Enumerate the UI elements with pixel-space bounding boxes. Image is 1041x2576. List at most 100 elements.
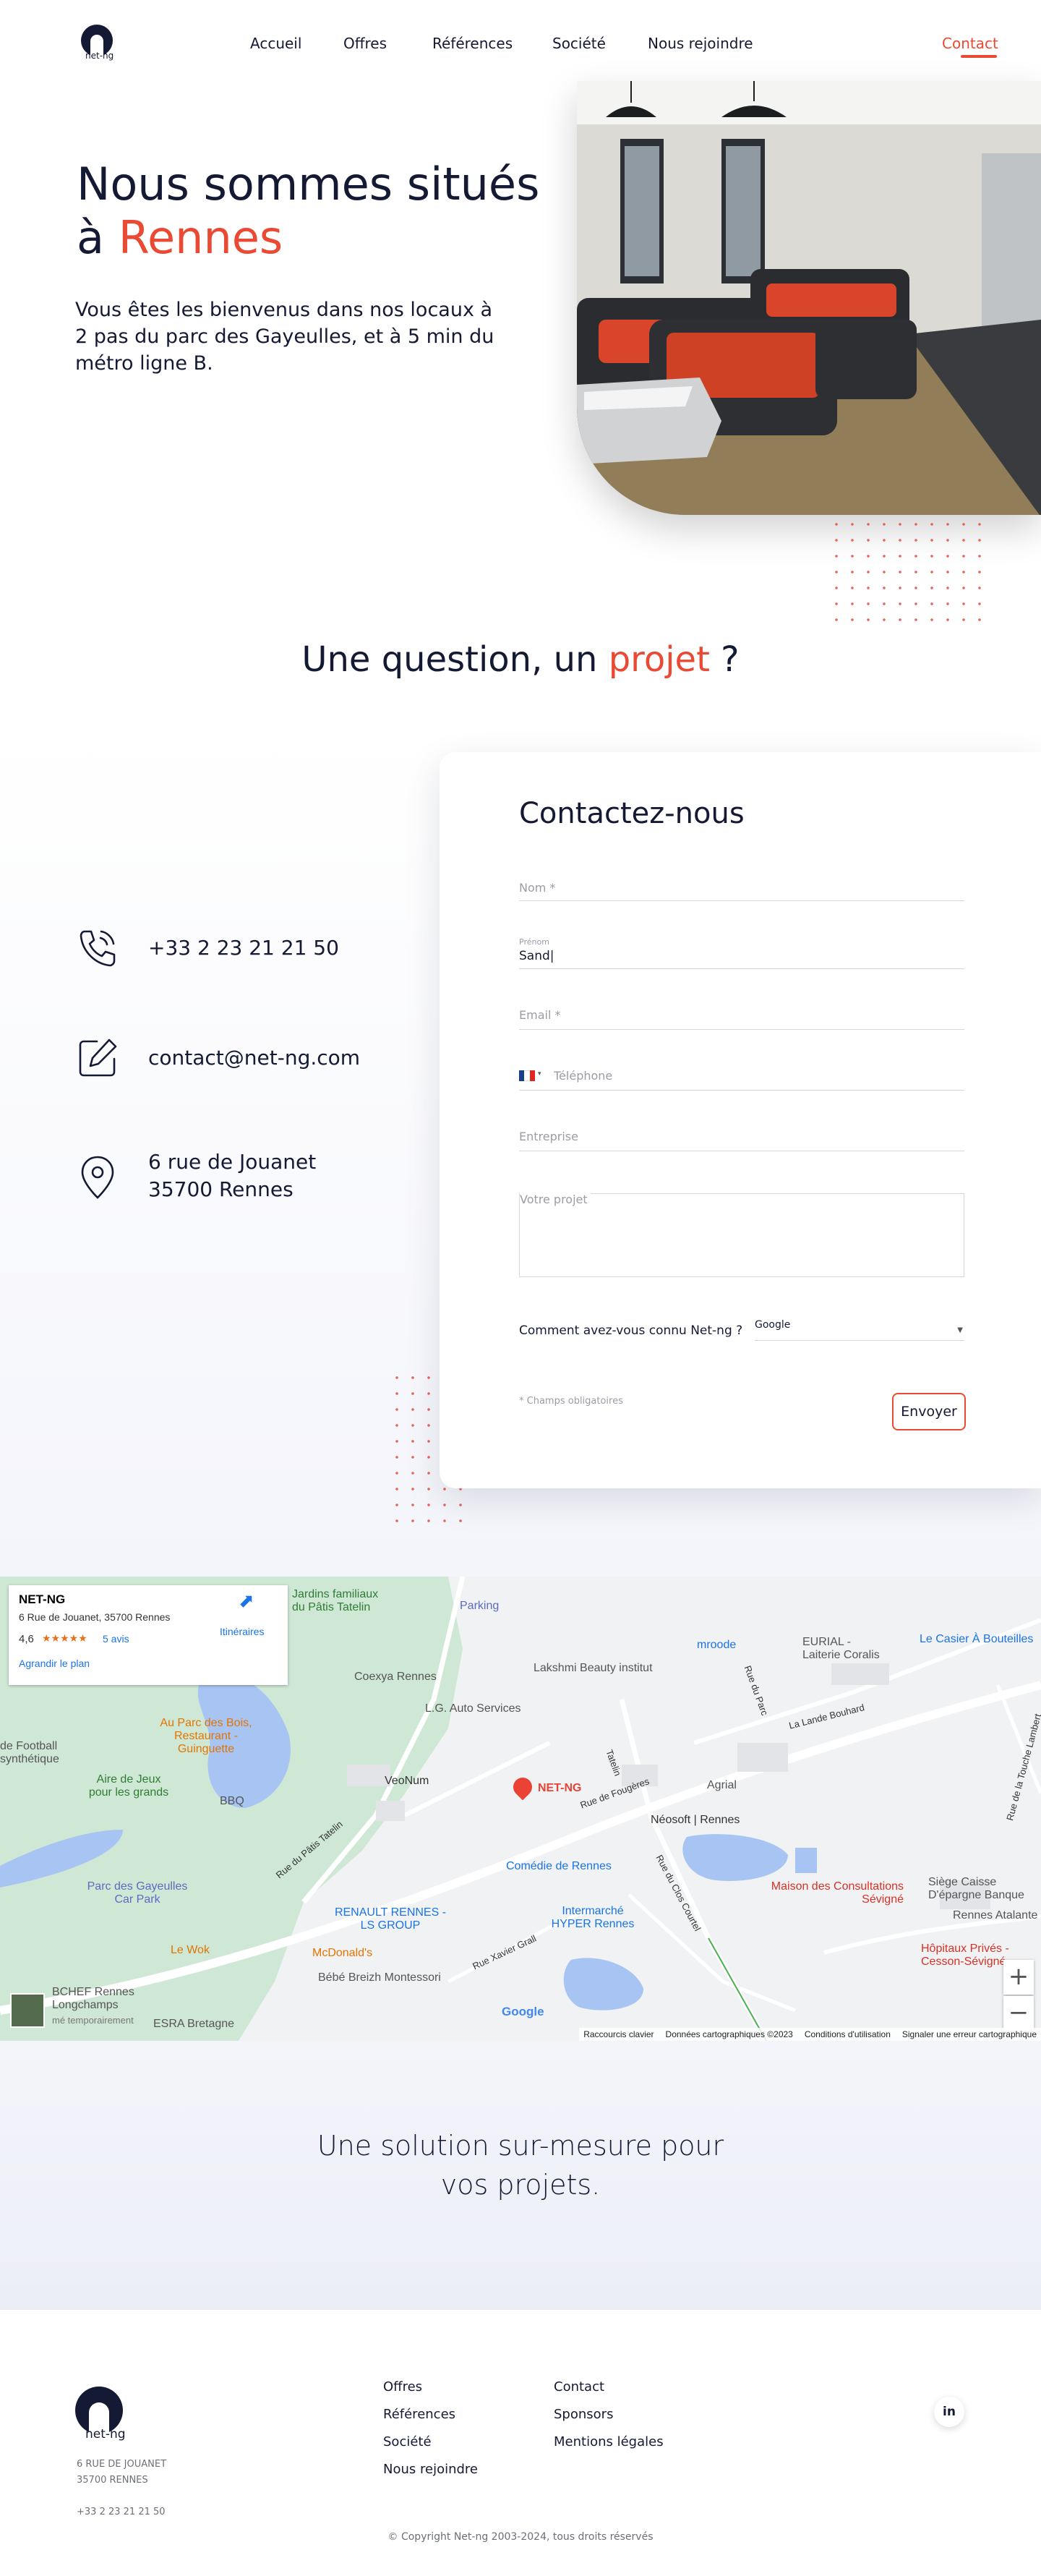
- nav-offres[interactable]: Offres: [343, 35, 387, 52]
- entreprise-placeholder: Entreprise: [519, 1130, 578, 1143]
- prenom-field[interactable]: Prénom Sand|: [519, 937, 964, 969]
- map-label-esra: ESRA Bretagne: [153, 2018, 235, 2030]
- hero-text: Vous êtes les bienvenus dans nos locaux …: [75, 299, 494, 375]
- map-label-maison: Maison des Consultations Sévigné: [771, 1880, 904, 1906]
- contact-address-row: 6 rue de Jouanet 35700 Rennes: [75, 1148, 316, 1202]
- map-label-aupac: Au Parc des Bois, Restaurant - Guinguett…: [160, 1717, 252, 1755]
- question-prefix: Une question, un: [301, 639, 598, 680]
- footer-link-nous-rejoindre[interactable]: Nous rejoindre: [383, 2462, 478, 2477]
- map-label-coexya: Coexya Rennes: [354, 1671, 437, 1683]
- header-logo[interactable]: net-ng: [78, 25, 119, 62]
- map-label-lakshmi: Lakshmi Beauty institut: [534, 1662, 653, 1674]
- footer-logo-text: net-ng: [85, 2427, 126, 2441]
- location-pin-icon: [81, 1156, 114, 1199]
- map-label-parking: Parking: [460, 1600, 500, 1612]
- flag-caret-icon[interactable]: ▾: [538, 1070, 541, 1078]
- contact-address: 6 rue de Jouanet 35700 Rennes: [148, 1148, 316, 1203]
- hero-title-prefix: à: [77, 211, 104, 264]
- map-label-football: de Football synthétique: [0, 1740, 59, 1765]
- map-footer-terms[interactable]: Conditions d'utilisation: [805, 2029, 891, 2039]
- nav-contact-underline: [961, 55, 997, 58]
- tagline: Une solution sur-mesure pour vos projets…: [0, 2126, 1041, 2204]
- question-suffix: ?: [721, 639, 740, 680]
- footer-link-societe[interactable]: Société: [383, 2434, 432, 2449]
- map-label-jardins: Jardins familiaux du Pâtis Tatelin: [292, 1588, 379, 1613]
- footer-logo[interactable]: net-ng: [75, 2387, 133, 2444]
- phone-field[interactable]: ▾ Téléphone: [519, 1063, 964, 1091]
- projet-placeholder: Votre projet: [520, 1193, 591, 1206]
- footer-link-offres[interactable]: Offres: [383, 2379, 422, 2394]
- chevron-down-icon: ▼: [957, 1326, 963, 1334]
- office-illustration: [577, 81, 1041, 515]
- how-known-select[interactable]: Google ▼: [755, 1316, 964, 1341]
- map-label-bebe: Bébé Breizh Montessori: [318, 1971, 441, 1984]
- directions-icon[interactable]: ⬈: [239, 1590, 254, 1612]
- zoom-in-button[interactable]: +: [1003, 1960, 1034, 1995]
- footer-phone[interactable]: +33 2 23 21 21 50: [77, 2507, 166, 2517]
- prenom-value: Sand|: [519, 949, 554, 963]
- form-title: Contactez-nous: [519, 797, 745, 830]
- map-label-casier: Le Casier À Bouteilles: [920, 1633, 1034, 1645]
- nav-contact[interactable]: Contact: [942, 35, 998, 52]
- map-label-mroode: mroode: [697, 1639, 737, 1651]
- map-footer-report[interactable]: Signaler une erreur cartographique: [902, 2029, 1037, 2039]
- map-label-renault: RENAULT RENNES - LS GROUP: [334, 1906, 447, 1932]
- required-note: * Champs obligatoires: [519, 1396, 623, 1407]
- footer-address-line1: 6 RUE DE JOUANET: [77, 2459, 167, 2470]
- map-label-bchef: BCHEF Rennes Longchamps: [52, 1986, 134, 2011]
- map-label-mcdo: McDonald's: [312, 1947, 373, 1959]
- tagline-line2: vos projets.: [440, 2169, 601, 2201]
- site-header: net-ng Accueil Offres Références Société…: [0, 0, 1041, 80]
- map-label-agrial: Agrial: [707, 1779, 737, 1791]
- phone-placeholder: Téléphone: [554, 1069, 613, 1083]
- map-card-directions[interactable]: Itinéraires: [220, 1626, 264, 1637]
- map-place-card: NET-NG 6 Rue de Jouanet, 35700 Rennes 4,…: [9, 1585, 288, 1685]
- map-label-intermarche: Intermarché HYPER Rennes: [551, 1905, 635, 1930]
- map-label-airejeux: Aire de Jeux pour les grands: [88, 1773, 169, 1799]
- map-card-reviews[interactable]: 5 avis: [103, 1633, 129, 1645]
- email-field[interactable]: Email *: [519, 1002, 964, 1030]
- send-button[interactable]: Envoyer: [892, 1393, 966, 1430]
- nom-field[interactable]: Nom *: [519, 875, 964, 901]
- contact-phone-row[interactable]: +33 2 23 21 21 50: [75, 926, 339, 971]
- nav-accueil[interactable]: Accueil: [250, 35, 301, 52]
- entreprise-field[interactable]: Entreprise: [519, 1124, 964, 1151]
- hero-title-line1: Nous sommes situés: [77, 158, 540, 210]
- flag-fr-icon[interactable]: [519, 1070, 535, 1081]
- footer-link-contact[interactable]: Contact: [554, 2379, 604, 2394]
- zoom-out-button[interactable]: −: [1003, 1996, 1034, 2031]
- question-highlight: projet: [608, 639, 710, 680]
- map-label-neosoft: Néosoft | Rennes: [651, 1814, 740, 1826]
- nav-nous-rejoindre[interactable]: Nous rejoindre: [648, 35, 753, 52]
- map-label-atalante: Rennes Atalante: [953, 1909, 1038, 1922]
- hero-title-city: Rennes: [118, 211, 283, 264]
- map-label-bbq: BBQ: [220, 1795, 244, 1807]
- footer-link-sponsors[interactable]: Sponsors: [554, 2407, 613, 2422]
- copyright: © Copyright Net-ng 2003-2024, tous droit…: [387, 2531, 654, 2543]
- decorative-dots-hero: [828, 516, 988, 625]
- map-card-title: NET-NG: [19, 1592, 66, 1606]
- map-label-bchef-status: mé temporairement: [52, 2015, 134, 2026]
- map-footer-shortcuts[interactable]: Raccourcis clavier: [583, 2029, 654, 2039]
- nav-references[interactable]: Références: [432, 35, 513, 52]
- email-placeholder: Email *: [519, 1008, 561, 1022]
- map-satellite-thumbnail[interactable]: [10, 1993, 45, 2028]
- footer-link-references[interactable]: Références: [383, 2407, 455, 2422]
- star-rating-icon: ★★★★★: [42, 1632, 87, 1644]
- projet-textarea[interactable]: Votre projet: [519, 1193, 964, 1277]
- map-marker-label: NET-NG: [538, 1782, 582, 1794]
- how-known-label: Comment avez-vous connu Net-ng ?: [519, 1323, 743, 1338]
- tagline-line1: Une solution sur-mesure pour: [317, 2130, 724, 2162]
- question-heading: Une question, un projet ?: [0, 639, 1041, 680]
- contact-form: Contactez-nous Nom * Prénom Sand| Email …: [440, 752, 1041, 1488]
- map-label-parcgayeulles: Parc des Gayeulles Car Park: [87, 1880, 188, 1906]
- nav-societe[interactable]: Société: [552, 35, 606, 52]
- footer-link-mentions-legales[interactable]: Mentions légales: [554, 2434, 664, 2449]
- google-map[interactable]: NET-NG 6 Rue de Jouanet, 35700 Rennes 4,…: [0, 1577, 1041, 2041]
- linkedin-icon[interactable]: in: [934, 2397, 964, 2427]
- map-card-enlarge[interactable]: Agrandir le plan: [19, 1658, 90, 1669]
- prenom-label: Prénom: [519, 937, 549, 947]
- logo-text: net-ng: [85, 51, 114, 61]
- contact-email-row[interactable]: contact@net-ng.com: [75, 1036, 360, 1080]
- how-known-value: Google: [755, 1319, 791, 1331]
